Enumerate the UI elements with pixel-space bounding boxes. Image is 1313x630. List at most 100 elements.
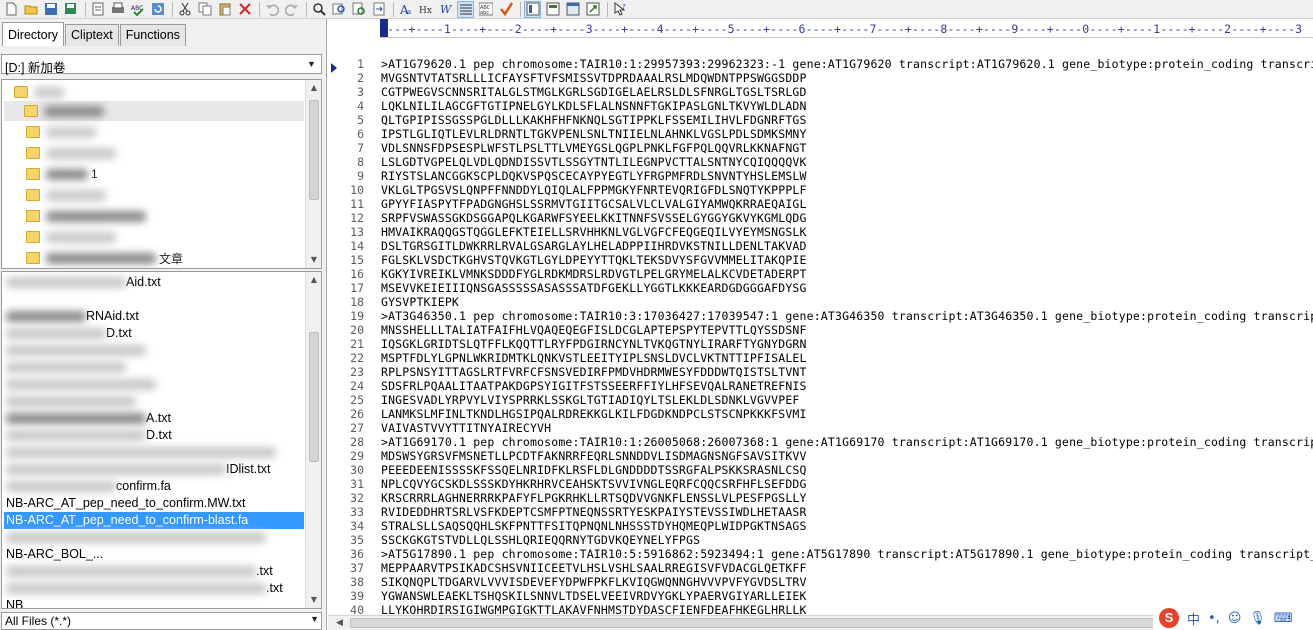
file-list-item[interactable]	[4, 529, 266, 546]
display-icon[interactable]	[544, 1, 561, 18]
redo-icon[interactable]	[283, 1, 300, 18]
editor-line[interactable]: INGESVADLYRPVYLVIYSPRRKLSSKGLTGTIADIQYLT…	[381, 393, 800, 407]
editor-line[interactable]: QLTGPIPISSGSSPGLDLLLKAKHFHFNKNQLSGTIPPKL…	[381, 113, 807, 127]
editor-line[interactable]: HMVAIKRAQQGSTQGGLEFKTEIELLSRVHHKNLVGLVGF…	[381, 225, 807, 239]
editor-line[interactable]: RIYSTSLANCGGKSCPLDQKVSPQSCECAYPYEGTLYFRG…	[381, 169, 807, 183]
editor-line[interactable]: >AT1G69170.1 pep chromosome:TAIR10:1:260…	[381, 435, 1313, 449]
file-list-item[interactable]	[4, 444, 276, 461]
ime-microphone-icon[interactable]: 🎙	[1249, 611, 1266, 626]
editor-line[interactable]: MSEVVKEIEIIIQNSGASSSSSASASSSATDFGEKLLYGG…	[381, 281, 807, 295]
tab-cliptext[interactable]: Cliptext	[65, 24, 119, 46]
folder-tree-scrollbar[interactable]: ▲ ▼	[305, 80, 321, 268]
editor-line[interactable]: MVGSNTVTATSRLLLICFAYSFTVFSMISSVTDPRDAAAL…	[381, 71, 807, 85]
scroll-up-icon[interactable]: ▲	[306, 80, 321, 96]
delete-icon[interactable]	[236, 1, 253, 18]
editor-line[interactable]: LQKLNILILAGCGFTGTIPNELGYLKDLSFLALNSNNFTG…	[381, 99, 807, 113]
find-replace-icon[interactable]	[330, 1, 347, 18]
folder-tree-item[interactable]	[26, 143, 116, 163]
ime-emoji-icon[interactable]: ☺	[1228, 611, 1242, 626]
editor-line[interactable]: NPLCQVYGCSKDLSSSKDYHKRHRVCEAHSKTSVVIVNGL…	[381, 477, 807, 491]
help-cursor-icon[interactable]: ?	[611, 1, 628, 18]
file-list-item[interactable]: NB	[4, 597, 23, 608]
file-list-item-selected[interactable]: NB-ARC_AT_pep_need_to_confirm-blast.fa	[4, 512, 304, 529]
file-list-item[interactable]: Aid.txt	[4, 274, 161, 291]
file-list-item[interactable]: .txt	[4, 563, 273, 580]
export-icon[interactable]	[584, 1, 601, 18]
print-preview-icon[interactable]	[89, 1, 106, 18]
file-list-item[interactable]: D.txt	[4, 325, 132, 342]
editor-line[interactable]: GPYYFIASPYTFPADGNGHSLSSRMVTGIITGCSALVLCL…	[381, 197, 807, 211]
print-icon[interactable]	[109, 1, 126, 18]
chevron-down-icon[interactable]: ▼	[304, 57, 319, 71]
new-file-icon[interactable]	[2, 1, 19, 18]
file-list-item[interactable]	[4, 342, 146, 359]
file-list-item[interactable]: RNAid.txt	[4, 308, 139, 325]
file-filter-select[interactable]: All Files (*.*) ▼	[1, 612, 322, 630]
word-wrap-icon[interactable]: W	[437, 1, 454, 18]
hex-icon[interactable]: Hx	[417, 1, 434, 18]
save-icon[interactable]	[42, 1, 59, 18]
undo-icon[interactable]	[263, 1, 280, 18]
ime-punctuation[interactable]: •,	[1208, 611, 1220, 626]
file-list[interactable]: Aid.txt RNAid.txt D.txt A.txt D.txt IDli…	[1, 271, 322, 609]
folder-tree-item[interactable]	[26, 227, 116, 247]
file-list-item[interactable]	[4, 376, 156, 393]
editor-line[interactable]: SDSFRLPQAALITAATPAKDGPSYIGITFSTSSEERFFIY…	[381, 379, 807, 393]
editor-line[interactable]: DSLTGRSGITLDWKRRLRVALGSARGLAYLHELADPPIIH…	[381, 239, 807, 253]
tab-functions[interactable]: Functions	[119, 24, 186, 46]
ime-keyboard-icon[interactable]: ⌨	[1274, 611, 1293, 626]
file-list-scrollbar[interactable]: ▲ ▼	[305, 272, 321, 608]
scroll-thumb[interactable]	[350, 618, 1170, 628]
editor-line[interactable]: SIKQNQPLTDGARVLVVVISDEVEFYDPWFPKFLKVIQGW…	[381, 575, 807, 589]
drive-select[interactable]: [D:] 新加卷 ▼	[1, 54, 322, 75]
file-list-item[interactable]: confirm.fa	[4, 478, 171, 495]
scroll-left-icon[interactable]: ◀	[336, 616, 343, 630]
folder-tree-item[interactable]: 文章	[26, 248, 183, 268]
editor-line[interactable]: GYSVPTKIEPK	[381, 295, 459, 309]
editor-line[interactable]: KRSCRRRLAGHNERRRKPAFYFLPGKRHKLLRTSQDVVGN…	[381, 491, 807, 505]
folder-tree-item[interactable]: 1	[26, 164, 98, 184]
find-files-icon[interactable]	[350, 1, 367, 18]
file-list-item[interactable]: D.txt	[4, 427, 172, 444]
scroll-up-icon[interactable]: ▲	[306, 272, 321, 288]
editor-line[interactable]: >AT1G79620.1 pep chromosome:TAIR10:1:299…	[381, 57, 1313, 71]
copy-icon[interactable]	[196, 1, 213, 18]
find-icon[interactable]	[310, 1, 327, 18]
editor-line[interactable]: PEEEDEENISSSSKFSSQELNRIDFKLRSFLDLGNDDDDT…	[381, 463, 807, 477]
window-icon[interactable]	[564, 1, 581, 18]
folder-tree-item[interactable]	[26, 185, 106, 205]
open-folder-icon[interactable]	[22, 1, 39, 18]
column-mode-icon[interactable]	[524, 0, 541, 18]
refresh-icon[interactable]	[149, 1, 166, 18]
chevron-down-icon[interactable]: ▼	[310, 614, 319, 624]
paste-icon[interactable]	[216, 1, 233, 18]
folder-tree-item[interactable]	[4, 101, 304, 121]
editor-line[interactable]: MNSSHELLLTALIATFAIFHLVQAQEQEGFISLDCGLAPT…	[381, 323, 807, 337]
tab-directory[interactable]: Directory	[2, 22, 65, 46]
file-list-item[interactable]: NB-ARC_AT_pep_need_to_confirm.MW.txt	[4, 495, 245, 512]
cut-icon[interactable]	[176, 1, 193, 18]
folder-tree-item[interactable]	[14, 82, 64, 102]
editor-line[interactable]: VKLGLTPGSVSLQNPFFNNDDYLQIQLALFPPMGKYFNRT…	[381, 183, 807, 197]
scroll-thumb[interactable]	[309, 100, 319, 200]
editor-line[interactable]: LSLGDTVGPELQLVDLQDNDISSVTLSSGYTNTLILEGNP…	[381, 155, 807, 169]
editor-line[interactable]: KGKYIVREIKLVMNKSDDDFYGLRDKMDRSLRDVGTLPEL…	[381, 267, 807, 281]
scroll-thumb[interactable]	[309, 332, 319, 462]
editor-line[interactable]: SSCKGKGTSTVDLLQLSSHLQRIEQQRNYTGDVKQEYNEL…	[381, 533, 700, 547]
editor-text-area[interactable]: >AT1G79620.1 pep chromosome:TAIR10:1:299…	[381, 39, 1313, 614]
checkmark-icon[interactable]	[497, 1, 514, 18]
editor-line[interactable]: FGLSKLVSDCTKGHVSTQVKGTLGYLDPEYYTTQKLTEKS…	[381, 253, 807, 267]
goto-icon[interactable]	[370, 1, 387, 18]
editor-line[interactable]: MSPTFDLYLGPNLWKRIDMTKLQNKVSTLEEITYIPLSNS…	[381, 351, 807, 365]
file-list-item[interactable]: NB-ARC_BOL_...	[4, 546, 103, 563]
scroll-down-icon[interactable]: ▼	[306, 592, 321, 608]
editor-line[interactable]: SRPFVSWASSGKDSGGAPQLKGARWFSYEELKKITNNFSV…	[381, 211, 807, 225]
scroll-down-icon[interactable]: ▼	[306, 252, 321, 268]
text-editor[interactable]: ----+----1----+----2----+----3----+----4…	[328, 19, 1313, 630]
folder-tree-item[interactable]	[26, 122, 96, 142]
editor-line[interactable]: MDSWSYGRSVFMSNETLLPCDTFAKNRRFEQRLSNNDDVL…	[381, 449, 807, 463]
editor-line[interactable]: LANMKSLMFINLTKNDLHGSIPQALRDREKKGLKILFDGD…	[381, 407, 807, 421]
folder-tree-item[interactable]	[26, 206, 146, 226]
spell-check-icon[interactable]: ABC	[129, 1, 146, 18]
sogou-logo-icon[interactable]: S	[1159, 608, 1179, 628]
